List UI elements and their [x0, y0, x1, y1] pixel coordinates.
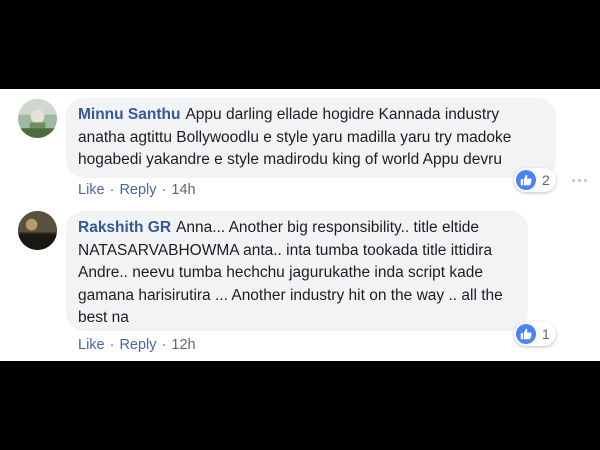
reply-link[interactable]: Reply: [119, 337, 156, 353]
timestamp[interactable]: 12h: [171, 337, 195, 353]
separator-dot: ·: [109, 182, 115, 198]
separator-dot: ·: [109, 337, 115, 353]
comment-actions: Like · Reply · 12h: [78, 337, 196, 353]
reaction-badge[interactable]: 1: [514, 322, 556, 346]
reaction-count: 1: [542, 326, 550, 342]
like-link[interactable]: Like: [78, 182, 105, 198]
dot-icon: [584, 179, 587, 182]
dot-icon: [572, 179, 575, 182]
avatar[interactable]: [18, 211, 57, 250]
like-link[interactable]: Like: [78, 337, 105, 353]
reply-link[interactable]: Reply: [119, 182, 156, 198]
more-options-icon[interactable]: [572, 179, 587, 182]
reaction-badge[interactable]: 2: [514, 168, 556, 192]
separator-dot: ·: [161, 337, 167, 353]
comment-actions: Like · Reply · 14h: [78, 182, 196, 198]
thumbs-up-icon: [516, 324, 536, 344]
avatar[interactable]: [18, 99, 57, 138]
thumbs-up-icon: [516, 170, 536, 190]
separator-dot: ·: [161, 182, 167, 198]
reaction-count: 2: [542, 172, 550, 188]
timestamp[interactable]: 14h: [171, 182, 195, 198]
dot-icon: [578, 179, 581, 182]
comment-bubble: Rakshith GR Anna... Another big responsib…: [66, 211, 528, 331]
comment-author[interactable]: Rakshith GR: [78, 219, 171, 236]
comment-bubble: Minnu Santhu Appu darling ellade hogidre …: [66, 98, 556, 178]
comment-author[interactable]: Minnu Santhu: [78, 106, 180, 123]
